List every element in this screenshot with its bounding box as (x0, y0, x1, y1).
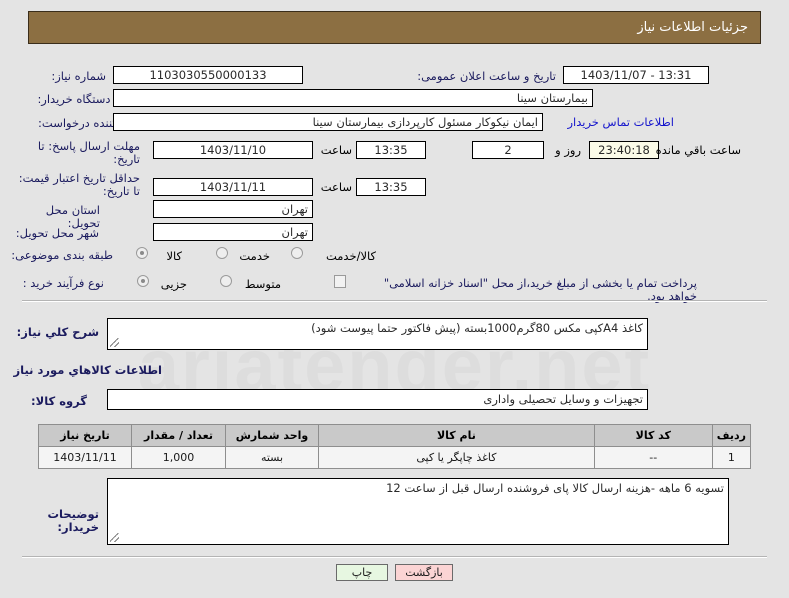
radio-category-goods-label: کالا (166, 249, 182, 263)
radio-process-minor-label: جزیی (160, 277, 187, 291)
need-number-label: شماره نیاز: (51, 69, 106, 83)
remaining-days-label: روز و (555, 143, 581, 157)
goods-section-title: اطلاعات کالاهاي مورد نیاز (13, 363, 162, 377)
page-title: جزئیات اطلاعات نیاز (637, 20, 748, 35)
price-validity-label: حداقل تاریخ اعتبار قیمت: تا تاریخ: (18, 171, 140, 198)
countdown-value: 23:40:18 (589, 141, 659, 159)
col-unit: واحد شمارش (225, 424, 319, 447)
radio-process-medium[interactable] (220, 275, 232, 287)
need-summary-textarea[interactable]: کاغذ A4کپی مکس 80گرم1000بسته (پیش فاکتور… (107, 318, 648, 350)
col-need-date: تاریخ نیاز (38, 424, 132, 447)
subject-classification-label: طبقه بندی موضوعی: (11, 248, 113, 262)
validity-hour-label: ساعت (320, 180, 352, 194)
goods-table-header-row: ردیف کد کالا نام کالا واحد شمارش تعداد /… (38, 424, 752, 447)
radio-process-medium-label: متوسط (244, 277, 281, 291)
response-deadline-date: 1403/11/10 (153, 141, 313, 159)
goods-table: ردیف کد کالا نام کالا واحد شمارش تعداد /… (38, 424, 752, 469)
col-row-number: ردیف (711, 424, 752, 447)
col-goods-code: کد کالا (593, 424, 713, 447)
section-divider-bottom (22, 556, 767, 558)
response-deadline-time: 13:35 (356, 141, 426, 159)
price-validity-time: 13:35 (356, 178, 426, 196)
treasury-bonds-checkbox[interactable] (334, 275, 346, 288)
deadline-hour-label: ساعت (320, 143, 352, 157)
goods-group-value: تجهیزات و وسایل تحصیلی واداری (107, 389, 648, 410)
request-creator-value: ایمان نیکوکار مسئول کارپردازی بیمارستان … (113, 113, 543, 131)
need-summary-label: شرح کلي نیاز: (16, 325, 99, 339)
response-deadline-label: مهلت ارسال پاسخ: تا تاریخ: (37, 139, 140, 166)
buyer-org-value: بیمارستان سینا (113, 89, 593, 107)
buyer-notes-textarea[interactable]: تسویه 6 ماهه -هزینه ارسال کالا پای فروشن… (107, 478, 729, 545)
page-title-bar: جزئیات اطلاعات نیاز (28, 11, 761, 44)
purchase-process-label: نوع فرآیند خرید : (22, 276, 104, 290)
announcement-datetime-label: تاریخ و ساعت اعلان عمومی: (417, 69, 556, 83)
buyer-contact-link[interactable]: اطلاعات تماس خریدار (567, 114, 674, 130)
radio-category-goods[interactable] (136, 247, 148, 259)
cell-unit: بسته (225, 446, 319, 469)
print-button[interactable]: چاپ (336, 564, 388, 581)
col-goods-name: نام کالا (318, 424, 595, 447)
radio-process-minor[interactable] (137, 275, 149, 287)
buyer-org-label: نام دستگاه خریدار: (37, 92, 128, 106)
back-button[interactable]: بازگشت (395, 564, 453, 581)
delivery-province-value: تهران (153, 200, 313, 218)
radio-category-goods-service[interactable] (291, 247, 303, 259)
need-details-page: ariatender.net جزئیات اطلاعات نیاز شماره… (0, 0, 789, 598)
delivery-city-label: شهر محل تحویل: (15, 226, 99, 240)
buyer-notes-label: توضیحات خریدار: (47, 507, 100, 534)
remaining-days-value: 2 (472, 141, 544, 159)
cell-goods-name: کاغذ چاپگر یا کپی (318, 446, 595, 469)
price-validity-date: 1403/11/11 (153, 178, 313, 196)
radio-category-service[interactable] (216, 247, 228, 259)
cell-row-number: 1 (711, 446, 752, 469)
cell-goods-code: -- (593, 446, 713, 469)
goods-group-label: گروه کالا: (31, 394, 87, 408)
radio-category-goods-service-label: کالا/خدمت (325, 249, 376, 263)
cell-need-date: 1403/11/11 (38, 446, 132, 469)
col-quantity: تعداد / مقدار (131, 424, 226, 447)
section-divider-top (22, 300, 767, 302)
table-row: 1 -- کاغذ چاپگر یا کپی بسته 1,000 1403/1… (38, 446, 752, 469)
countdown-label: ساعت باقي مانده (655, 143, 741, 157)
cell-quantity: 1,000 (131, 446, 226, 469)
delivery-city-value: تهران (153, 223, 313, 241)
need-number-value: 1103030550000133 (113, 66, 303, 84)
radio-category-service-label: خدمت (239, 249, 270, 263)
announcement-datetime-value: 13:31 - 1403/11/07 (563, 66, 709, 84)
